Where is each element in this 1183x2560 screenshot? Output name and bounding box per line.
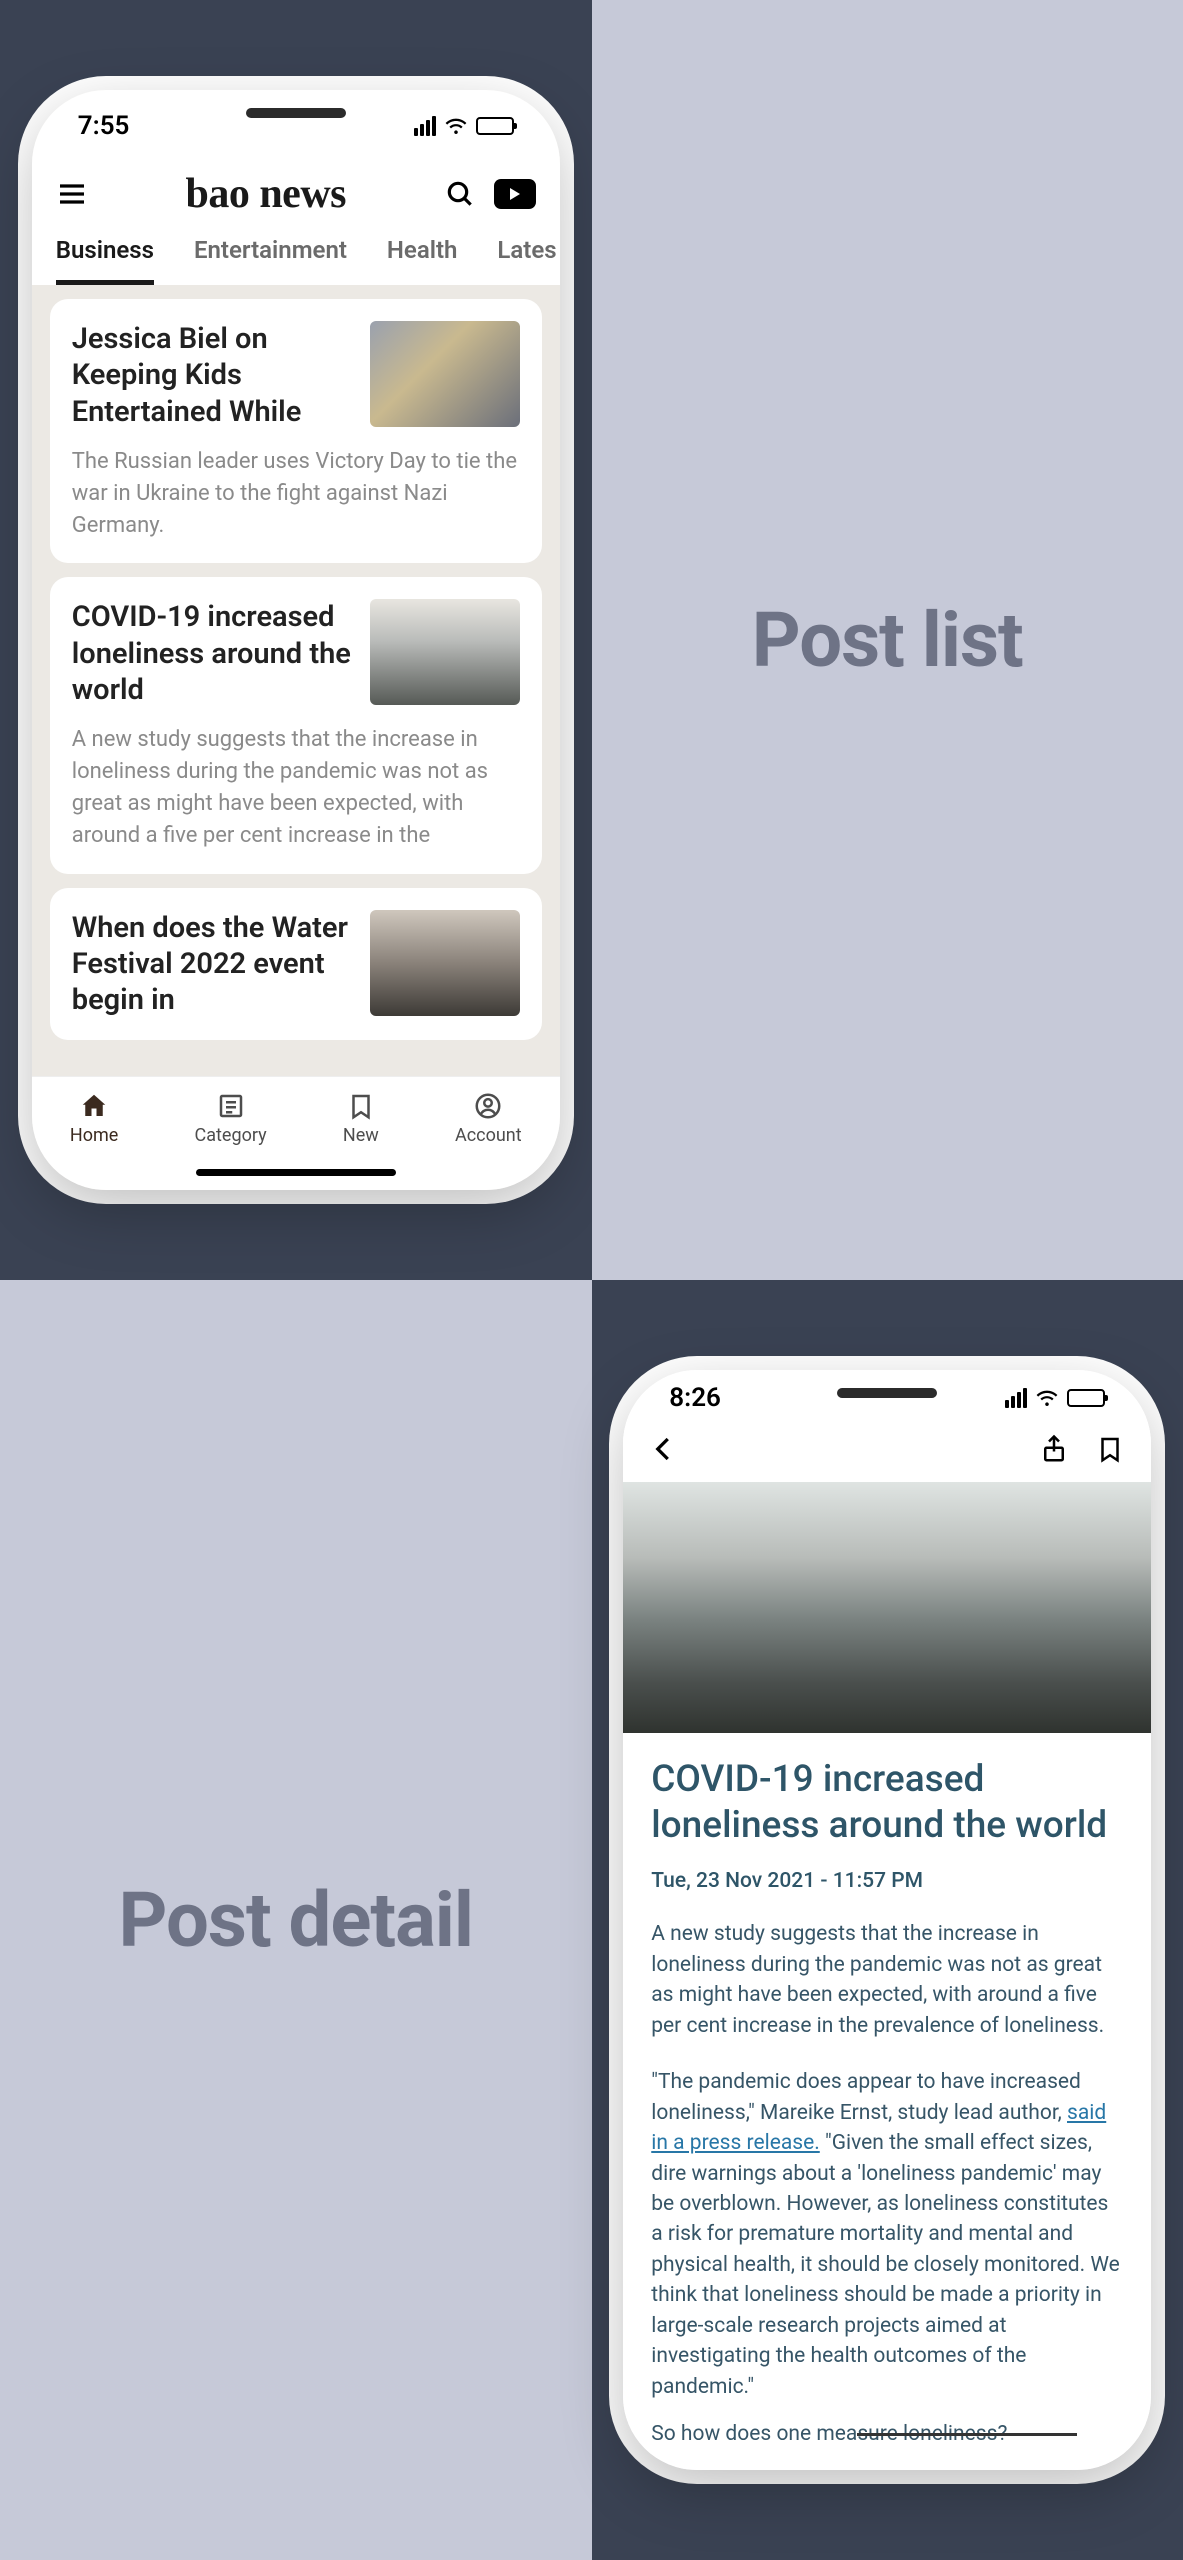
category-icon xyxy=(216,1091,246,1121)
list-item[interactable]: When does the Water Festival 2022 event … xyxy=(50,888,542,1041)
section-label-list: Post list xyxy=(752,595,1023,685)
status-time: 7:55 xyxy=(78,111,130,141)
nav-label: Home xyxy=(70,1125,118,1146)
share-icon[interactable] xyxy=(1039,1434,1069,1468)
bookmark-icon xyxy=(346,1091,376,1121)
battery-icon xyxy=(1067,1389,1105,1407)
bookmark-icon[interactable] xyxy=(1095,1434,1125,1468)
post-thumbnail xyxy=(370,910,520,1016)
nav-label: Account xyxy=(455,1125,522,1146)
phone-notch xyxy=(181,90,411,136)
post-paragraph: A new study suggests that the increase i… xyxy=(651,1919,1123,2041)
post-title: COVID-19 increased loneliness around the… xyxy=(651,1757,1123,1850)
nav-home[interactable]: Home xyxy=(70,1091,118,1146)
post-summary: The Russian leader uses Victory Day to t… xyxy=(72,446,520,542)
wifi-icon xyxy=(1035,1386,1059,1410)
nav-category[interactable]: Category xyxy=(195,1091,267,1146)
home-icon xyxy=(79,1091,109,1121)
nav-account[interactable]: Account xyxy=(455,1091,522,1146)
post-list: Jessica Biel on Keeping Kids Entertained… xyxy=(32,285,560,1076)
post-cutoff-line: So how does one measure loneliness? xyxy=(651,2422,1123,2446)
post-thumbnail xyxy=(370,599,520,705)
tab-health[interactable]: Health xyxy=(387,236,458,285)
video-icon[interactable] xyxy=(494,179,536,209)
tab-business[interactable]: Business xyxy=(56,236,154,285)
section-label-detail: Post detail xyxy=(119,1875,474,1965)
post-hero-image xyxy=(623,1482,1151,1733)
post-thumbnail xyxy=(370,321,520,427)
search-icon[interactable] xyxy=(444,178,476,210)
signal-icon xyxy=(414,116,436,136)
phone-notch xyxy=(772,1370,1002,1416)
status-time: 8:26 xyxy=(669,1383,721,1413)
post-title: When does the Water Festival 2022 event … xyxy=(72,910,354,1019)
app-title: bao news xyxy=(106,170,426,218)
category-tabs: Business Entertainment Health Lates xyxy=(32,218,560,285)
battery-icon xyxy=(476,117,514,135)
app-header: bao news xyxy=(32,162,560,218)
wifi-icon xyxy=(444,114,468,138)
post-summary: A new study suggests that the increase i… xyxy=(72,724,520,852)
tab-latest[interactable]: Lates xyxy=(497,236,556,285)
bottom-nav: Home Category New Account xyxy=(32,1076,560,1154)
list-item[interactable]: Jessica Biel on Keeping Kids Entertained… xyxy=(50,299,542,563)
nav-new[interactable]: New xyxy=(343,1091,379,1146)
post-title: COVID-19 increased loneliness around the… xyxy=(72,599,354,708)
post-body: COVID-19 increased loneliness around the… xyxy=(623,1733,1151,2470)
nav-label: Category xyxy=(195,1125,267,1146)
account-icon xyxy=(473,1091,503,1121)
nav-label: New xyxy=(343,1125,379,1146)
post-paragraph: "The pandemic does appear to have increa… xyxy=(651,2067,1123,2402)
signal-icon xyxy=(1005,1388,1027,1408)
menu-icon[interactable] xyxy=(56,178,88,210)
back-icon[interactable] xyxy=(649,1434,679,1468)
detail-header xyxy=(623,1426,1151,1482)
post-date: Tue, 23 Nov 2021 - 11:57 PM xyxy=(651,1869,1123,1893)
tab-entertainment[interactable]: Entertainment xyxy=(194,236,347,285)
post-title: Jessica Biel on Keeping Kids Entertained… xyxy=(72,321,354,430)
list-item[interactable]: COVID-19 increased loneliness around the… xyxy=(50,577,542,873)
home-indicator xyxy=(32,1154,560,1190)
phone-post-detail: 8:26 COVID-19 increase xyxy=(623,1370,1151,2470)
phone-post-list: 7:55 bao news Business Entertainment xyxy=(32,90,560,1190)
